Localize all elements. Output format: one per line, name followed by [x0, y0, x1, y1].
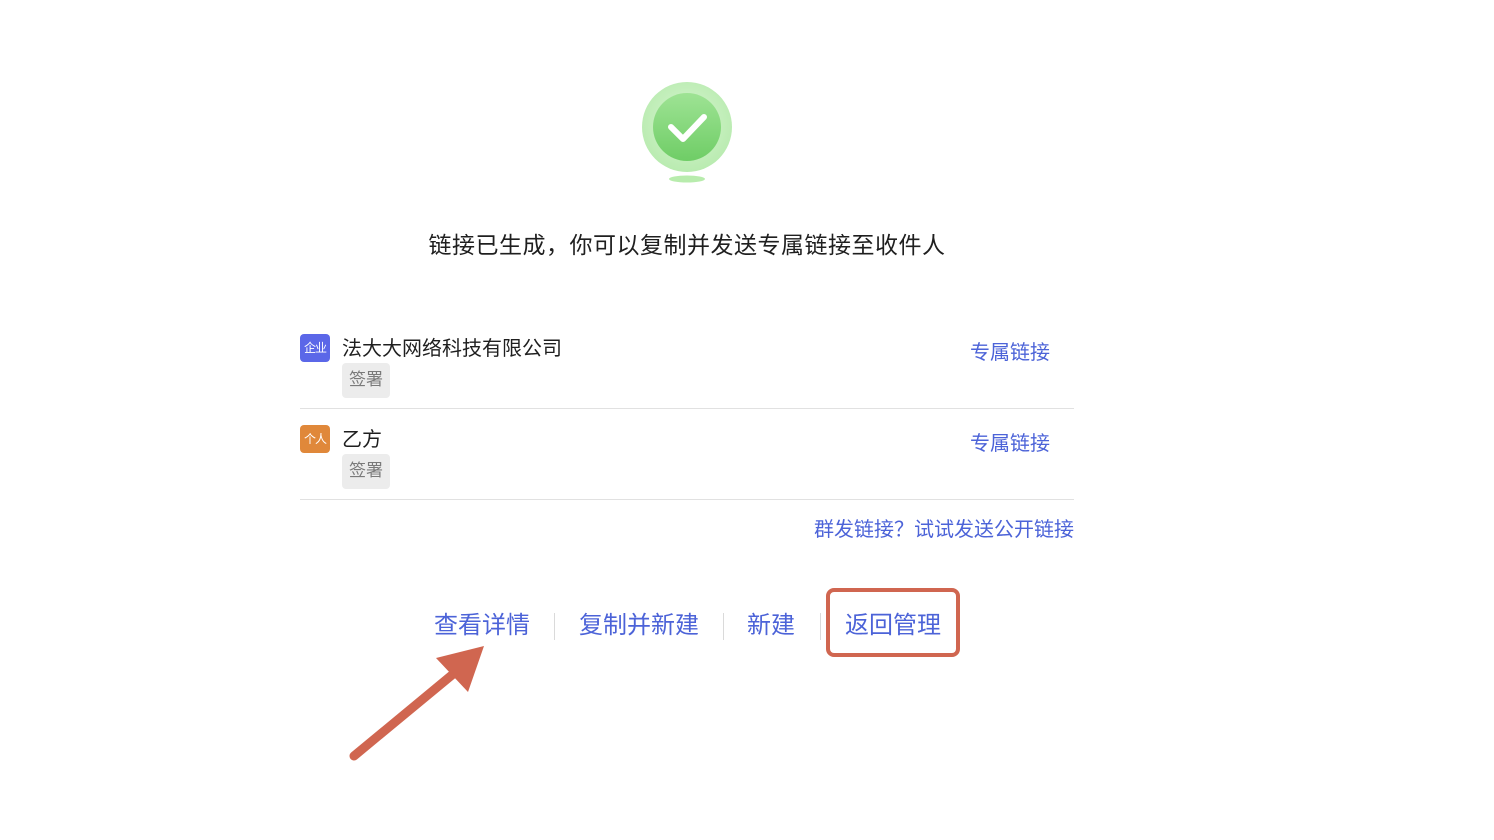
annotation-arrow-icon — [349, 646, 484, 761]
signer-list: 企业 法大大网络科技有限公司 签署 专属链接 个人 乙方 签署 专属链接 — [300, 318, 1074, 500]
action-divider — [820, 613, 821, 640]
exclusive-link-button[interactable]: 专属链接 — [970, 427, 1050, 456]
signer-name: 法大大网络科技有限公司 — [342, 336, 562, 360]
new-button[interactable]: 新建 — [747, 606, 795, 646]
public-link-hint[interactable]: 群发链接？试试发送公开链接 — [814, 513, 1074, 542]
success-check-icon — [642, 82, 732, 183]
action-divider — [723, 613, 724, 640]
success-headline: 链接已生成，你可以复制并发送专属链接至收件人 — [428, 233, 946, 259]
signer-name: 乙方 — [342, 427, 382, 451]
action-divider — [554, 613, 555, 640]
sign-action-tag: 签署 — [342, 454, 390, 489]
personal-badge: 个人 — [300, 425, 330, 453]
signer-row: 个人 乙方 签署 专属链接 — [300, 409, 1074, 500]
signer-row: 企业 法大大网络科技有限公司 签署 专属链接 — [300, 318, 1074, 409]
annotation-highlight-box — [826, 588, 960, 657]
exclusive-link-button[interactable]: 专属链接 — [970, 336, 1050, 365]
enterprise-badge: 企业 — [300, 334, 330, 362]
copy-and-new-button[interactable]: 复制并新建 — [579, 606, 699, 646]
action-bar: 查看详情 复制并新建 新建 返回管理 — [0, 606, 1494, 646]
link-generated-page: 链接已生成，你可以复制并发送专属链接至收件人 企业 法大大网络科技有限公司 签署… — [0, 0, 1494, 840]
sign-action-tag: 签署 — [342, 363, 390, 398]
